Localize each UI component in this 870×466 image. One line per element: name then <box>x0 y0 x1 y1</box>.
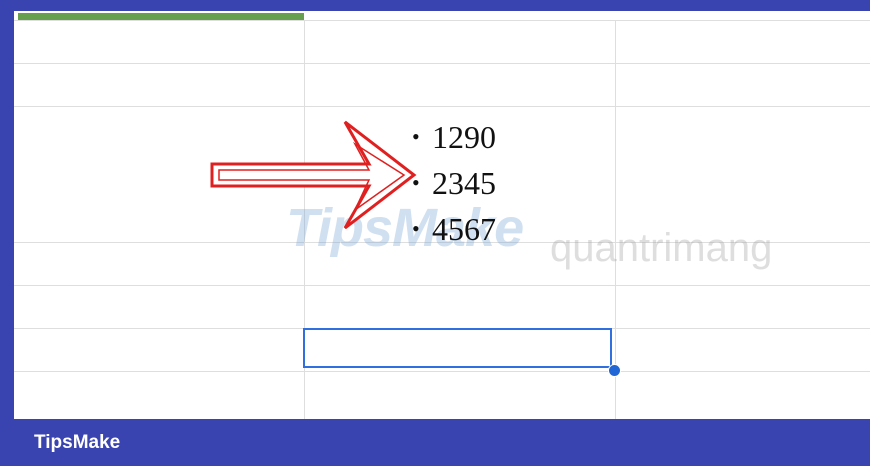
column-gridline <box>615 20 616 419</box>
fill-handle[interactable] <box>608 364 621 377</box>
spreadsheet-grid[interactable]: TipsMake quantrimang • 1290 • 2345 • 4567 <box>14 11 870 419</box>
red-arrow-icon <box>210 120 417 229</box>
row-gridline <box>14 285 870 286</box>
row-gridline <box>14 20 870 21</box>
row-gridline <box>14 371 870 372</box>
watermark-secondary: quantrimang <box>550 226 773 270</box>
bullet-value: 1290 <box>432 119 496 155</box>
bullet-item: • 1290 <box>412 114 496 160</box>
bullet-value: 2345 <box>432 165 496 201</box>
bullet-item: • 2345 <box>412 160 496 206</box>
bullet-value: 4567 <box>432 211 496 247</box>
row-gridline <box>14 106 870 107</box>
window-frame: TipsMake quantrimang • 1290 • 2345 • 4567 T… <box>0 0 870 466</box>
row-gridline <box>14 63 870 64</box>
bullet-item: • 4567 <box>412 206 496 252</box>
bulleted-cell-content[interactable]: • 1290 • 2345 • 4567 <box>412 114 496 252</box>
selected-cell[interactable] <box>303 328 612 368</box>
footer-brand: TipsMake <box>34 432 121 453</box>
selected-column-indicator <box>18 13 304 20</box>
